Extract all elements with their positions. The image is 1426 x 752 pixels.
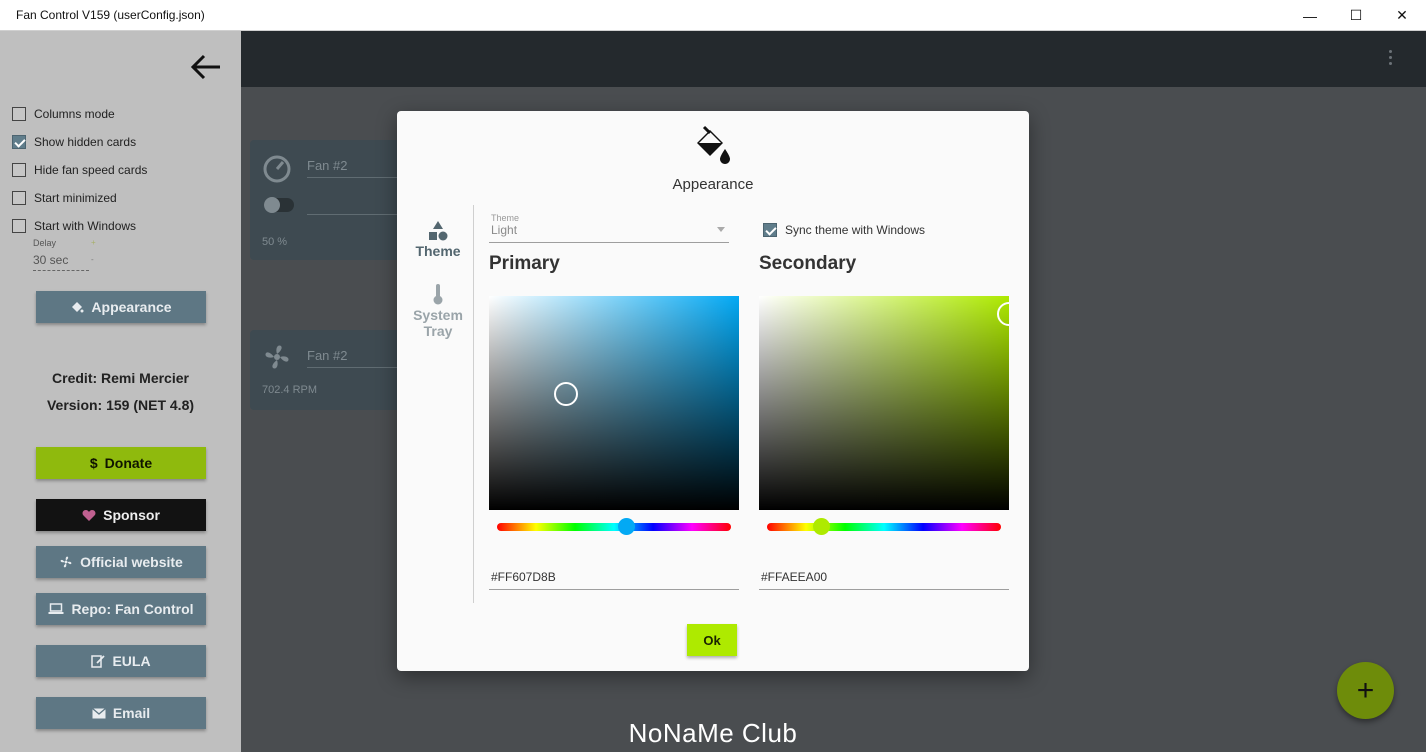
- appearance-button[interactable]: Appearance: [36, 291, 206, 323]
- checkbox-box[interactable]: [12, 219, 26, 233]
- sync-theme-checkbox[interactable]: Sync theme with Windows: [763, 223, 925, 237]
- tab-system-tray-label: System Tray: [413, 307, 463, 339]
- checkbox-label: Start minimized: [34, 191, 117, 205]
- secondary-color-area[interactable]: [759, 296, 1009, 510]
- close-button[interactable]: ✕: [1379, 0, 1425, 31]
- primary-hue-thumb[interactable]: [618, 518, 635, 535]
- eula-button[interactable]: EULA: [36, 645, 206, 677]
- appearance-dialog: Appearance Theme System Tray Theme Light…: [397, 111, 1029, 671]
- primary-color-area[interactable]: [489, 296, 739, 510]
- card-percent: 50 %: [262, 236, 288, 248]
- secondary-hex-input[interactable]: #FFAEEA00: [759, 570, 1009, 590]
- fan-icon: [59, 555, 73, 569]
- document-edit-icon: [91, 654, 106, 668]
- plus-icon: +: [1356, 673, 1375, 707]
- repo-label: Repo: Fan Control: [71, 601, 194, 617]
- checkbox-label: Show hidden cards: [34, 135, 137, 149]
- secondary-title: Secondary: [759, 253, 857, 274]
- minimize-icon: —: [1303, 7, 1317, 24]
- card-name: Fan #2: [307, 348, 400, 368]
- eula-label: EULA: [112, 653, 151, 669]
- version-text: Version: 159 (NET 4.8): [46, 397, 195, 413]
- delay-increment-button[interactable]: +: [91, 238, 96, 247]
- checkbox-box[interactable]: [12, 191, 26, 205]
- paint-bucket-icon: [70, 300, 84, 314]
- checkbox-label: Hide fan speed cards: [34, 163, 148, 177]
- checkbox-label: Start with Windows: [34, 219, 137, 233]
- tab-divider: [473, 205, 474, 603]
- delay-decrement-button[interactable]: -: [91, 255, 94, 264]
- speedometer-icon: [263, 155, 291, 183]
- appearance-label: Appearance: [91, 299, 172, 315]
- card-rpm: 702.4 RPM: [262, 384, 318, 396]
- fan-speed-card[interactable]: Fan #2 702.4 RPM: [250, 330, 400, 410]
- chevron-down-icon: [717, 227, 725, 232]
- official-website-button[interactable]: Official website: [36, 546, 206, 578]
- sync-theme-label: Sync theme with Windows: [785, 223, 926, 237]
- app-header: [241, 31, 1426, 87]
- donate-button[interactable]: $ Donate: [36, 447, 206, 479]
- checkbox-label: Columns mode: [34, 107, 115, 121]
- hide-fan-speed-cards-checkbox[interactable]: Hide fan speed cards: [12, 161, 147, 179]
- laptop-icon: [48, 603, 64, 615]
- repo-button[interactable]: Repo: Fan Control: [36, 593, 206, 625]
- ok-button[interactable]: Ok: [687, 624, 737, 656]
- credit-text: Credit: Remi Mercier: [52, 370, 189, 386]
- columns-mode-checkbox[interactable]: Columns mode: [12, 105, 115, 123]
- website-label: Official website: [80, 554, 183, 570]
- watermark-text: NoNaMe Club: [628, 718, 798, 748]
- delay-label: Delay: [33, 238, 57, 248]
- tab-system-tray[interactable]: System Tray: [405, 283, 471, 339]
- donate-label: Donate: [104, 455, 153, 471]
- fan-icon: [265, 345, 289, 369]
- primary-title: Primary: [489, 253, 560, 274]
- show-hidden-cards-checkbox[interactable]: Show hidden cards: [12, 133, 136, 151]
- start-with-windows-checkbox[interactable]: Start with Windows: [12, 217, 136, 235]
- sponsor-label: Sponsor: [103, 507, 160, 523]
- primary-hue-slider[interactable]: [497, 523, 731, 531]
- start-minimized-checkbox[interactable]: Start minimized: [12, 189, 117, 207]
- checkbox-box[interactable]: [12, 163, 26, 177]
- card-toggle[interactable]: [264, 197, 294, 213]
- window-title: Fan Control V159 (userConfig.json): [16, 8, 205, 22]
- secondary-hue-slider[interactable]: [767, 523, 1001, 531]
- window-titlebar: Fan Control V159 (userConfig.json) — ☐ ✕: [0, 0, 1426, 31]
- maximize-icon: ☐: [1349, 7, 1363, 23]
- minimize-button[interactable]: —: [1287, 0, 1333, 31]
- checkbox-box[interactable]: [12, 135, 26, 149]
- envelope-icon: [91, 707, 106, 719]
- shapes-icon: [405, 221, 471, 241]
- paint-bucket-icon: [697, 125, 730, 164]
- dialog-title: Appearance: [672, 176, 754, 193]
- theme-select-value: Light: [491, 223, 518, 237]
- settings-sidebar: Columns mode Show hidden cards Hide fan …: [0, 31, 241, 752]
- add-button[interactable]: +: [1337, 662, 1394, 719]
- primary-color-selector[interactable]: [554, 382, 578, 406]
- card-name: Fan #2: [307, 158, 400, 178]
- thermometer-icon: [405, 283, 471, 305]
- more-options-icon[interactable]: [1388, 50, 1394, 68]
- dollar-icon: $: [89, 455, 98, 471]
- maximize-button[interactable]: ☐: [1333, 0, 1379, 31]
- primary-hex-input[interactable]: #FF607D8B: [489, 570, 739, 590]
- theme-select-label: Theme: [491, 213, 520, 223]
- sponsor-button[interactable]: Sponsor: [36, 499, 206, 531]
- tab-theme[interactable]: Theme: [405, 221, 471, 259]
- checkbox-box[interactable]: [12, 107, 26, 121]
- checkbox-box[interactable]: [763, 223, 777, 237]
- fan-control-card[interactable]: Fan #2 50 %: [250, 140, 400, 260]
- card-select[interactable]: [307, 214, 400, 215]
- delay-input[interactable]: 30 sec: [33, 253, 89, 271]
- tab-theme-label: Theme: [415, 243, 461, 259]
- heart-icon: [82, 509, 96, 522]
- close-icon: ✕: [1396, 7, 1408, 23]
- back-arrow-icon[interactable]: [188, 49, 224, 85]
- secondary-hue-thumb[interactable]: [813, 518, 830, 535]
- theme-select[interactable]: Light: [489, 223, 729, 243]
